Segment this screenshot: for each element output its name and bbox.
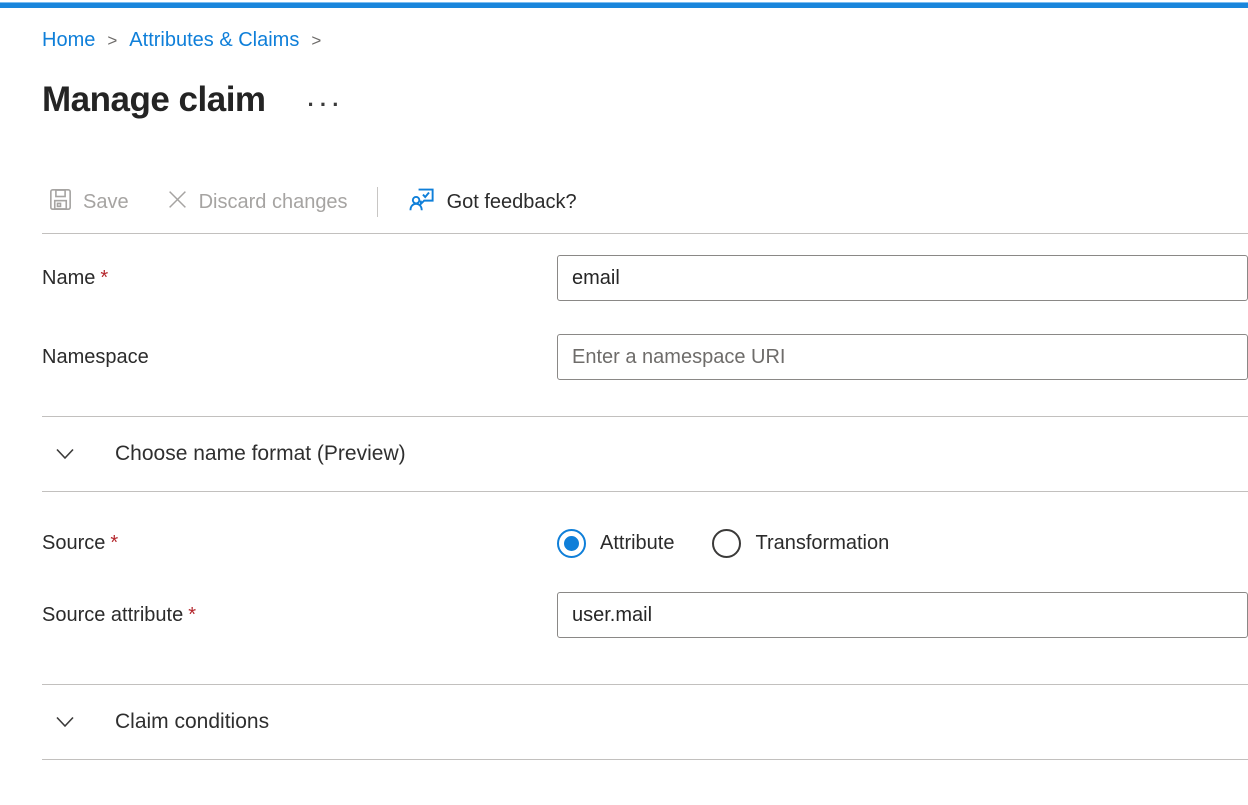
x-icon [167, 189, 188, 216]
source-radio-group: Attribute Transformation [557, 529, 889, 558]
source-radio-transformation[interactable]: Transformation [712, 529, 889, 558]
required-asterisk: * [188, 604, 196, 626]
breadcrumb-home-link[interactable]: Home [42, 29, 95, 52]
discard-changes-button[interactable]: Discard changes [165, 183, 350, 222]
source-attribute-field-row: Source attribute* [42, 592, 1248, 638]
page-content: Home > Attributes & Claims > Manage clai… [0, 29, 1248, 760]
source-field-label: Source* [42, 532, 557, 555]
source-field-row: Source* Attribute Transformation [42, 519, 1248, 567]
radio-unselected-icon [712, 529, 741, 558]
required-asterisk: * [110, 532, 118, 554]
title-row: Manage claim ··· [42, 80, 1248, 120]
source-radio-attribute[interactable]: Attribute [557, 529, 674, 558]
breadcrumb-separator-icon: > [311, 31, 321, 51]
name-input[interactable] [557, 255, 1248, 301]
person-chat-check-icon [409, 186, 436, 219]
save-button[interactable]: Save [47, 182, 131, 223]
source-radio-transformation-label: Transformation [755, 532, 889, 555]
source-radio-attribute-label: Attribute [600, 532, 674, 555]
got-feedback-label: Got feedback? [447, 191, 577, 214]
required-asterisk: * [100, 267, 108, 289]
save-button-label: Save [83, 191, 129, 214]
choose-name-format-section-title: Choose name format (Preview) [115, 442, 406, 466]
portal-accent-bar [0, 2, 1248, 8]
toolbar-bottom-divider [42, 233, 1248, 234]
choose-name-format-section-header[interactable]: Choose name format (Preview) [42, 417, 1248, 491]
name-field-label: Name* [42, 267, 557, 290]
namespace-field-label: Namespace [42, 346, 557, 369]
chevron-down-icon [55, 715, 75, 729]
page-title: Manage claim [42, 80, 266, 120]
floppy-disk-icon [49, 188, 72, 217]
radio-selected-icon [557, 529, 586, 558]
namespace-field-row: Namespace [42, 334, 1248, 380]
toolbar-divider [377, 187, 378, 217]
source-attribute-input[interactable] [557, 592, 1248, 638]
source-attribute-field-label: Source attribute* [42, 604, 557, 627]
discard-changes-label: Discard changes [199, 191, 348, 214]
name-field-row: Name* [42, 255, 1248, 301]
breadcrumb-separator-icon: > [107, 31, 117, 51]
chevron-down-icon [55, 447, 75, 461]
section-divider [42, 759, 1248, 760]
got-feedback-button[interactable]: Got feedback? [407, 180, 579, 225]
breadcrumb-attributes-claims-link[interactable]: Attributes & Claims [129, 29, 299, 52]
command-toolbar: Save Discard changes Got fee [42, 178, 1248, 226]
breadcrumb: Home > Attributes & Claims > [42, 29, 1248, 52]
claim-conditions-section-title: Claim conditions [115, 710, 269, 734]
claim-conditions-section-header[interactable]: Claim conditions [42, 685, 1248, 759]
section-divider [42, 491, 1248, 492]
namespace-input[interactable] [557, 334, 1248, 380]
context-menu-button[interactable]: ··· [308, 100, 345, 110]
